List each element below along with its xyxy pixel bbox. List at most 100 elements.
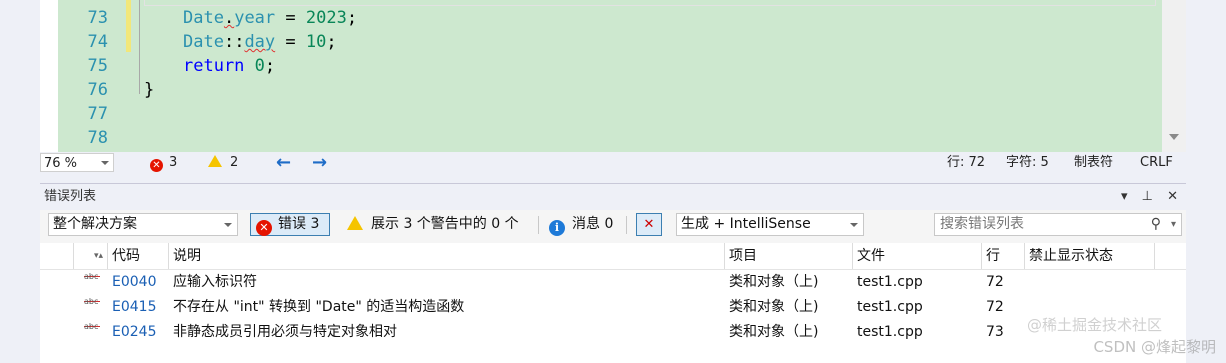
build-filter-select[interactable]: 生成 + IntelliSense xyxy=(676,213,864,236)
error-count[interactable]: ✕ 3 xyxy=(150,152,177,174)
watermark-author: CSDN @烽起黎明 xyxy=(1093,338,1216,356)
toolbar-divider xyxy=(538,216,539,234)
vertical-scrollbar[interactable] xyxy=(1162,0,1186,152)
header-project[interactable]: 项目 xyxy=(725,243,853,269)
pin-icon[interactable]: ⊥ xyxy=(1142,189,1153,204)
search-placeholder: 搜索错误列表 xyxy=(940,216,1024,232)
error-project: 类和对象（上) xyxy=(729,274,819,290)
header-suppression[interactable]: 禁止显示状态 xyxy=(1025,243,1155,269)
code-editor[interactable]: 73 74 75 76 77 78 Date.year = 2023; Date… xyxy=(40,0,1186,152)
line-number: 76 xyxy=(87,80,108,100)
change-indicator xyxy=(126,0,131,52)
line-number: 78 xyxy=(87,128,108,148)
tab-mode[interactable]: 制表符 xyxy=(1074,152,1113,174)
cursor-line[interactable]: 行: 72 xyxy=(947,152,985,174)
error-description: 应输入标识符 xyxy=(173,274,257,290)
chevron-down-icon xyxy=(101,161,109,165)
error-code-link[interactable]: E0245 xyxy=(108,320,156,345)
warning-count[interactable]: 2 xyxy=(208,152,238,174)
error-list-toolbar: 整个解决方案 ✕ 错误 3 展示 3 个警告中的 0 个 i 消息 0 ✕ 生成 +… xyxy=(40,210,1186,240)
number-token: 10 xyxy=(305,32,327,52)
type-token: Date xyxy=(183,8,224,28)
navigate-forward-icon[interactable]: → xyxy=(312,152,327,174)
build-filter-value: 生成 + IntelliSense xyxy=(681,216,811,232)
messages-filter-label: 消息 0 xyxy=(572,216,614,232)
header-spacer xyxy=(40,243,74,269)
search-icon[interactable]: ⚲ xyxy=(1151,214,1161,235)
chevron-down-icon[interactable]: ▾ xyxy=(1171,214,1176,235)
line-number: 77 xyxy=(87,104,108,124)
table-header: ▾▴ 代码 说明 项目 文件 行 禁止显示状态 xyxy=(40,243,1186,270)
scope-select[interactable]: 整个解决方案 xyxy=(48,213,238,236)
semicolon-token: ; xyxy=(264,56,276,76)
zoom-value: 76 % xyxy=(44,156,78,171)
line-ending[interactable]: CRLF xyxy=(1140,152,1173,174)
header-file[interactable]: 文件 xyxy=(853,243,982,269)
header-line[interactable]: 行 xyxy=(982,243,1025,269)
warning-count-value: 2 xyxy=(230,155,239,170)
error-file: test1.cpp xyxy=(857,274,923,290)
semicolon-token: ; xyxy=(346,8,358,28)
error-code-link[interactable]: E0040 xyxy=(108,270,156,295)
close-icon[interactable]: ✕ xyxy=(1167,189,1178,204)
panel-title: 错误列表 xyxy=(44,189,97,204)
keyword-token: return xyxy=(183,56,245,76)
indent-guide xyxy=(139,0,140,94)
error-line: 72 xyxy=(986,274,1004,290)
errors-filter-label: 错误 3 xyxy=(278,216,320,232)
filter-icon[interactable]: ✕ xyxy=(636,213,662,236)
line-number: 74 xyxy=(87,32,108,52)
editor-status-bar: 76 % ✕ 3 2 ← → 行: 72 字符: 5 制表符 CRLF xyxy=(40,152,1186,174)
error-description: 不存在从 "int" 转换到 "Date" 的适当构造函数 xyxy=(173,299,465,315)
table-row[interactable]: abc E0245 非静态成员引用必须与特定对象相对 类和对象（上) test1… xyxy=(40,320,1186,345)
scroll-down-icon[interactable] xyxy=(1169,134,1179,140)
dropdown-icon[interactable]: ▾ xyxy=(1121,189,1128,204)
zoom-select[interactable]: 76 % xyxy=(40,153,114,172)
code-line-74[interactable]: Date::day = 10; xyxy=(183,30,337,54)
line-number: 75 xyxy=(87,56,108,76)
table-row[interactable]: abc E0415 不存在从 "int" 转换到 "Date" 的适当构造函数 … xyxy=(40,295,1186,320)
error-line: 72 xyxy=(986,299,1004,315)
warning-icon xyxy=(347,216,363,230)
warnings-filter-button[interactable]: 展示 3 个警告中的 0 个 xyxy=(347,213,519,236)
code-line-76[interactable]: } xyxy=(144,78,154,102)
intellisense-error-icon: abc xyxy=(84,322,100,331)
error-file: test1.cpp xyxy=(857,324,923,340)
error-line: 73 xyxy=(986,324,1004,340)
messages-filter-button[interactable]: i 消息 0 xyxy=(549,213,613,236)
error-project: 类和对象（上) xyxy=(729,299,819,315)
member-token: year xyxy=(234,8,276,28)
number-token: 0 xyxy=(254,56,265,76)
intellisense-error-icon: abc xyxy=(84,297,100,306)
line-number: 73 xyxy=(87,8,108,28)
error-description: 非静态成员引用必须与特定对象相对 xyxy=(173,324,397,340)
error-project: 类和对象（上) xyxy=(729,324,819,340)
header-description[interactable]: 说明 xyxy=(169,243,725,269)
code-line-73[interactable]: Date.year = 2023; xyxy=(183,6,357,30)
error-list-panel: 错误列表 ▾ ⊥ ✕ 整个解决方案 ✕ 错误 3 展示 3 个警告中的 0 个 i… xyxy=(40,183,1186,363)
semicolon-token: ; xyxy=(326,32,337,52)
error-file: test1.cpp xyxy=(857,299,923,315)
navigate-back-icon[interactable]: ← xyxy=(276,152,291,174)
member-token: day xyxy=(244,32,276,52)
chevron-down-icon xyxy=(850,223,858,227)
search-input[interactable]: 搜索错误列表 ⚲ ▾ xyxy=(934,213,1182,236)
table-row[interactable]: abc E0040 应输入标识符 类和对象（上) test1.cpp 72 xyxy=(40,270,1186,295)
intellisense-error-icon: abc xyxy=(84,272,100,281)
header-code[interactable]: 代码 xyxy=(108,243,169,269)
info-icon: i xyxy=(549,220,565,236)
error-code-link[interactable]: E0415 xyxy=(108,295,156,320)
error-icon: ✕ xyxy=(150,159,163,172)
errors-filter-button[interactable]: ✕ 错误 3 xyxy=(250,213,330,236)
sort-icon[interactable]: ▾▴ xyxy=(74,243,108,269)
error-table-body: abc E0040 应输入标识符 类和对象（上) test1.cpp 72 ab… xyxy=(40,270,1186,363)
cursor-char[interactable]: 字符: 5 xyxy=(1006,152,1049,174)
scope-value: 整个解决方案 xyxy=(53,216,137,232)
code-line-75[interactable]: return 0; xyxy=(183,54,275,78)
operator-token: = xyxy=(275,8,306,28)
operator-token: = xyxy=(275,32,306,52)
warnings-filter-label: 展示 3 个警告中的 0 个 xyxy=(371,216,519,232)
chevron-down-icon xyxy=(224,223,232,227)
type-token: Date xyxy=(183,32,224,52)
error-count-value: 3 xyxy=(169,155,178,170)
